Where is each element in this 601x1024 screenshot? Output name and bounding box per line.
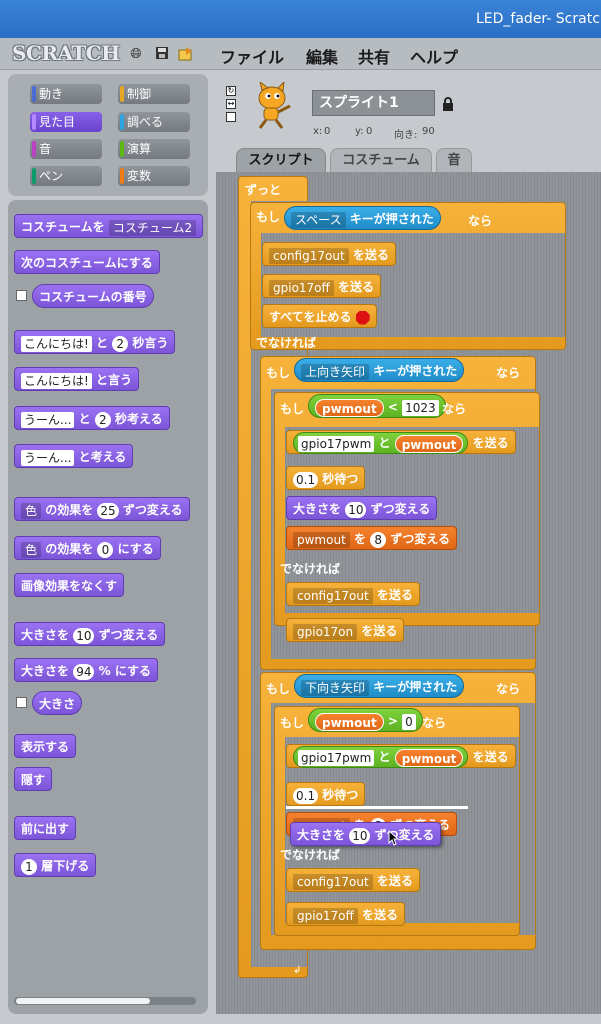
say-block[interactable]: こんにちは! と言う — [14, 367, 140, 391]
dragging-change-size-block[interactable]: 大きさを 10 ずつ変える — [290, 822, 442, 846]
think-for-secs-block[interactable]: うーん... と 2 秒考える — [14, 406, 170, 430]
menu-help[interactable]: ヘルプ — [410, 44, 458, 68]
else-label-1: でなければ — [256, 336, 317, 350]
palette-scrollbar[interactable] — [14, 997, 196, 1005]
key-down-sensor[interactable]: 下向き矢印 キーが押された — [294, 674, 465, 698]
drop-indicator — [286, 806, 468, 809]
tab-sounds[interactable]: 音 — [436, 148, 472, 172]
category-sound[interactable]: 音 — [30, 139, 102, 159]
key-up-sensor[interactable]: 上向き矢印 キーが押された — [294, 358, 465, 382]
broadcast-gpio-off-block-2[interactable]: gpio17off を送る — [286, 902, 405, 926]
sprite-direction-value: 90 — [422, 126, 435, 137]
costume-number-checkbox[interactable] — [16, 290, 27, 301]
go-front-block[interactable]: 前に出す — [14, 816, 77, 840]
else-label-2: でなければ — [280, 562, 341, 576]
say-for-secs-block[interactable]: こんにちは! と 2 秒言う — [14, 330, 176, 354]
category-pen[interactable]: ペン — [30, 166, 102, 186]
sprite-direction-label: 向き: — [394, 130, 418, 141]
next-costume-block[interactable]: 次のコスチュームにする — [14, 250, 160, 274]
lock-icon[interactable] — [442, 96, 454, 115]
broadcast-config-block-2[interactable]: config17out を送る — [286, 582, 420, 606]
set-size-block[interactable]: 大きさを 94 % にする — [14, 658, 158, 682]
wait-block-1[interactable]: 0.1 秒待つ — [286, 466, 366, 490]
broadcast-gpio-off-block[interactable]: gpio17off を送る — [262, 274, 381, 298]
category-variables[interactable]: 変数 — [118, 166, 190, 186]
sprite-y-value: 0 — [366, 126, 373, 137]
category-sensing[interactable]: 調べる — [118, 112, 190, 132]
set-effect-block[interactable]: 色 の効果を 0 にする — [14, 536, 161, 560]
switch-costume-block[interactable]: コスチュームを コスチューム2 — [14, 214, 204, 238]
stop-sign-icon — [355, 310, 370, 325]
wait-block-2[interactable]: 0.1 秒待つ — [286, 782, 366, 806]
tab-scripts[interactable]: スクリプト — [236, 148, 326, 172]
sprite-x-label: x: — [313, 126, 323, 137]
broadcast-config-block-3[interactable]: config17out を送る — [286, 868, 420, 892]
rotate-all-icon[interactable]: ↻ — [226, 86, 236, 96]
show-block[interactable]: 表示する — [14, 734, 77, 758]
broadcast-join-block-1[interactable]: gpio17pwm と pwmout を送る — [286, 430, 516, 454]
think-block[interactable]: うーん... と考える — [14, 444, 134, 468]
broadcast-config-block[interactable]: config17out を送る — [262, 242, 396, 266]
lt-operator[interactable]: pwmout < 1023 — [308, 394, 446, 418]
window-title-bar: LED_fader- Scratch — [0, 0, 601, 38]
category-motion[interactable]: 動き — [30, 84, 102, 104]
size-reporter[interactable]: 大きさ — [32, 691, 83, 715]
stop-all-block[interactable]: すべてを止める — [262, 304, 377, 328]
category-control[interactable]: 制御 — [118, 84, 190, 104]
menu-share[interactable]: 共有 — [358, 44, 390, 68]
mouse-cursor-icon — [388, 829, 400, 850]
change-pwmout-block-1[interactable]: pwmout を 8 ずつ変える — [286, 526, 457, 550]
change-effect-block[interactable]: 色 の効果を 25 ずつ変える — [14, 497, 190, 521]
sprite-y-label: y: — [355, 126, 364, 137]
category-operators[interactable]: 演算 — [118, 139, 190, 159]
size-checkbox[interactable] — [16, 697, 27, 708]
go-back-layers-block[interactable]: 1 層下げる — [14, 853, 97, 877]
costume-number-reporter[interactable]: コスチュームの番号 — [32, 284, 154, 308]
scratch-logo: SCRATCH — [12, 41, 120, 65]
loop-arrow-icon: ↲ — [293, 965, 302, 976]
globe-icon[interactable]: 🌐︎ — [128, 46, 144, 62]
sprite-name-field[interactable]: スプライト1 — [312, 90, 435, 116]
rotation-style-buttons[interactable]: ↻ ↔ — [226, 86, 236, 126]
share-icon[interactable] — [178, 46, 194, 62]
sprite-x-value: 0 — [324, 126, 331, 137]
block-palette: コスチュームを コスチューム2 次のコスチュームにする コスチュームの番号 こん… — [8, 200, 208, 1014]
palette-scrollbar-thumb[interactable] — [16, 998, 150, 1004]
menu-file[interactable]: ファイル — [220, 44, 284, 68]
no-rotate-icon[interactable] — [226, 112, 236, 122]
window-title: LED_fader- Scratch — [476, 11, 601, 27]
menu-edit[interactable]: 編集 — [306, 44, 338, 68]
tab-costumes[interactable]: コスチューム — [330, 148, 432, 172]
category-looks[interactable]: 見た目 — [30, 112, 102, 132]
gt-operator[interactable]: pwmout > 0 — [308, 708, 423, 732]
broadcast-gpio-on-block[interactable]: gpio17on を送る — [286, 618, 405, 642]
script-area[interactable]: ずっと ↲ もし スペース キーが押された なら config17out を送る… — [216, 172, 601, 1014]
left-right-icon[interactable]: ↔ — [226, 99, 236, 109]
change-size-block[interactable]: 大きさを 10 ずつ変える — [14, 622, 166, 646]
else-label-3: でなければ — [280, 848, 341, 862]
sprite-thumbnail[interactable] — [248, 80, 294, 130]
clear-effects-block[interactable]: 画像効果をなくす — [14, 573, 125, 597]
save-icon[interactable] — [154, 46, 170, 62]
key-space-sensor[interactable]: スペース キーが押された — [284, 206, 441, 230]
menu-bar: SCRATCH 🌐︎ ファイル 編集 共有 ヘルプ — [0, 38, 601, 70]
hide-block[interactable]: 隠す — [14, 767, 53, 791]
category-panel: 動き 制御 見た目 調べる 音 演算 ペン 変数 — [8, 74, 208, 196]
broadcast-join-block-2[interactable]: gpio17pwm と pwmout を送る — [286, 744, 516, 768]
change-size-block-1[interactable]: 大きさを 10 ずつ変える — [286, 496, 438, 520]
